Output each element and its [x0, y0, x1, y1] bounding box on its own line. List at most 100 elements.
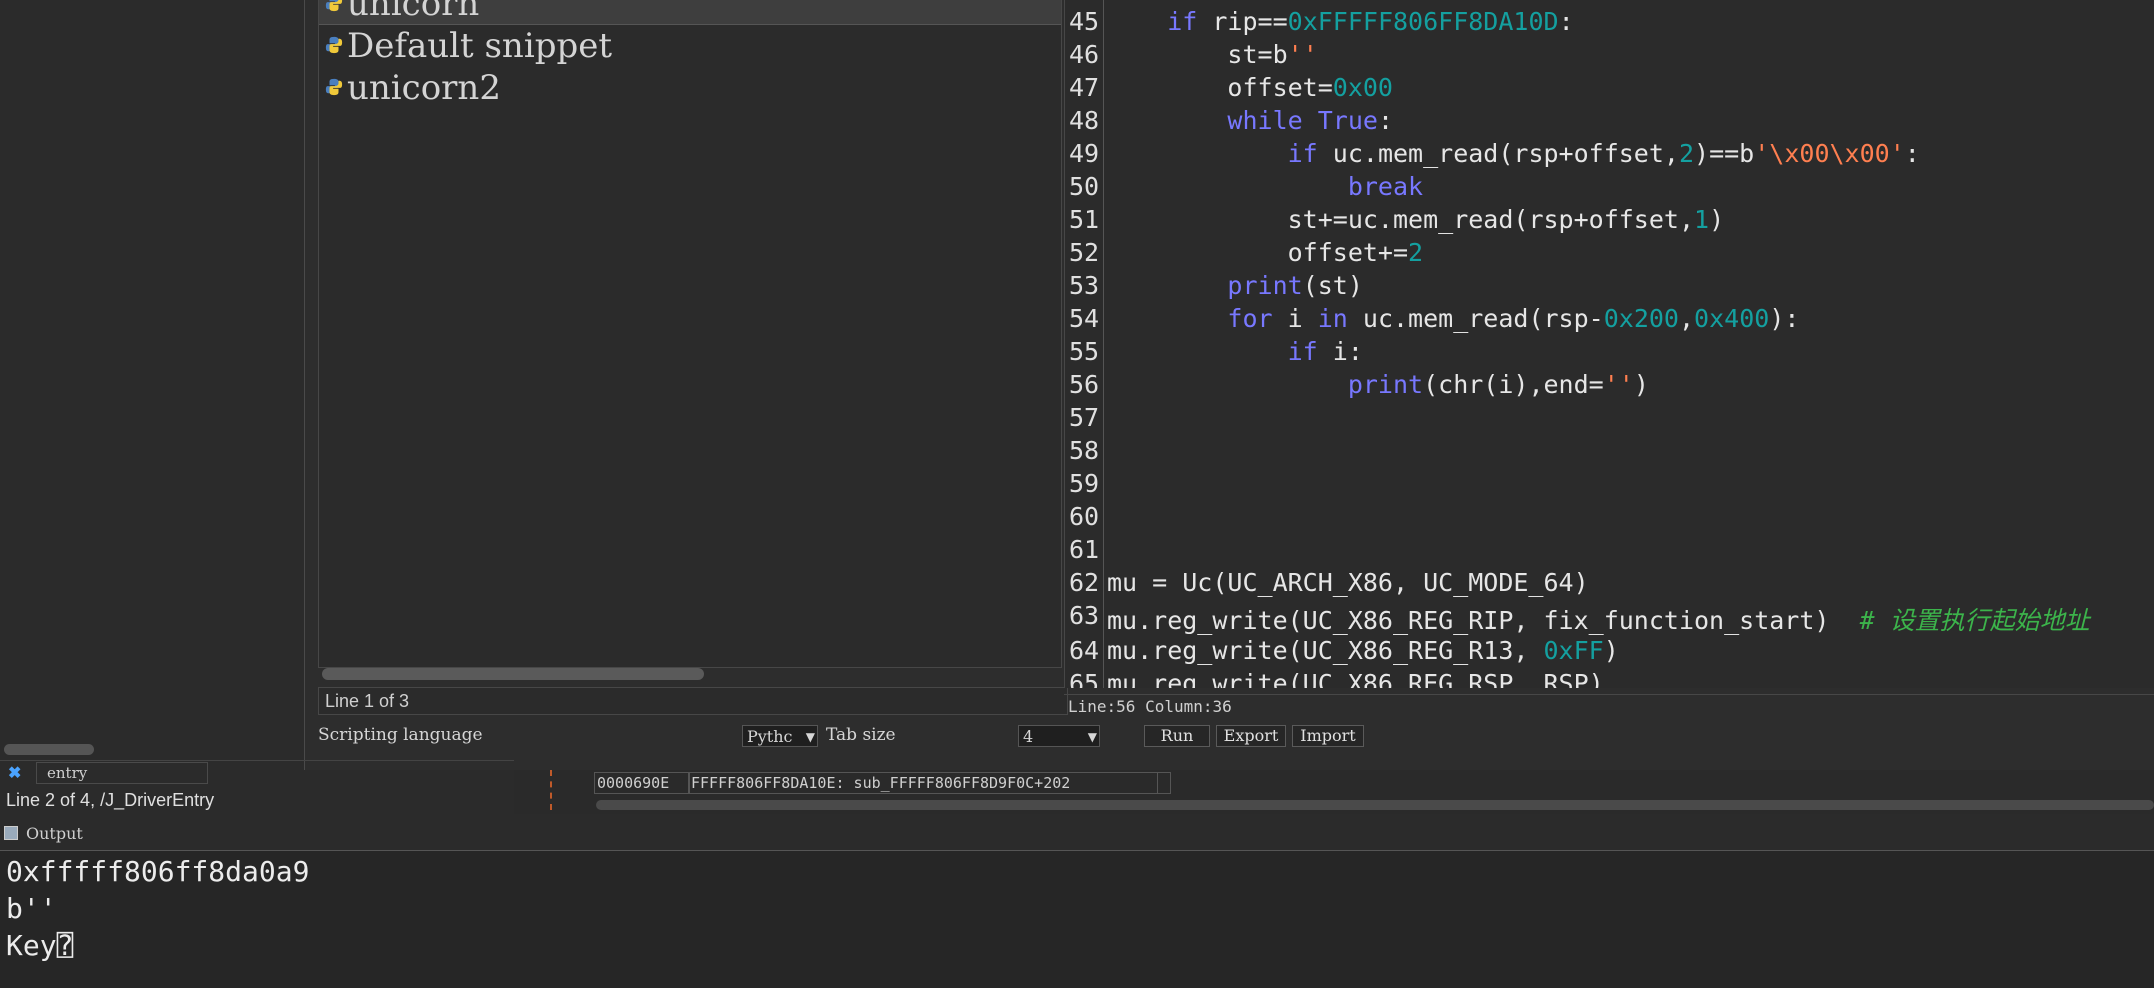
close-icon[interactable]: ✖: [8, 763, 21, 783]
code-token: if: [1167, 7, 1198, 36]
output-panel[interactable]: 0xfffff806ff8da0a9 b'' Key⍰: [0, 850, 2154, 988]
code-line: offset=0x00: [1107, 73, 1393, 102]
code-token: print: [1347, 370, 1424, 399]
code-token: st=b: [1227, 40, 1288, 69]
tab-size-value: 4: [1023, 727, 1034, 746]
code-line: print(chr(i),end=''): [1107, 370, 1649, 399]
code-token: uc.mem_read(rsp-: [1347, 304, 1604, 333]
line-number: 61: [1069, 535, 1100, 564]
code-token: :: [1904, 139, 1920, 168]
code-token: :: [1558, 7, 1574, 36]
code-token: :: [1377, 106, 1394, 135]
code-token: for: [1227, 304, 1273, 333]
snippet-list-status: Line 1 of 3: [318, 687, 1068, 715]
code-token: 0xFFFFF806FF8DA10D: [1287, 7, 1559, 36]
code-token: (st): [1302, 271, 1363, 300]
line-number-gutter: 45 46 47 48 49 50 51 52 53 54 55 56 57 5…: [1065, 0, 1104, 688]
code-token: print: [1227, 271, 1303, 300]
code-line: if i:: [1107, 337, 1363, 366]
line-number: 47: [1069, 73, 1100, 102]
code-token: break: [1347, 172, 1424, 201]
location-field: FFFFF806FF8DA10E: sub_FFFFF806FF8D9F0C+2…: [688, 772, 1158, 794]
tab-size-select[interactable]: 4 ▼: [1018, 725, 1100, 747]
flow-arrow: [550, 770, 554, 810]
line-number: 52: [1069, 238, 1100, 267]
snippet-label: Default snippet: [347, 26, 613, 66]
tab-size-label: Tab size: [826, 725, 896, 745]
code-token: uc.mem_read(rsp+offset,: [1317, 139, 1679, 168]
code-comment: # 设置执行起始地址: [1859, 606, 2090, 635]
code-token: mu.reg_write(UC_X86_REG_R13,: [1107, 636, 1544, 665]
output-title: Output: [26, 824, 83, 843]
line-number: 54: [1069, 304, 1100, 333]
code-token: offset+=: [1287, 238, 1409, 267]
code-token: i:: [1317, 337, 1363, 366]
code-line: mu.reg_write(UC_X86_REG_RIP, fix_functio…: [1107, 601, 2090, 637]
python-icon: [325, 78, 343, 96]
left-panel-scrollbar[interactable]: [4, 744, 94, 755]
code-token: '': [1603, 370, 1634, 399]
export-button[interactable]: Export: [1216, 725, 1286, 747]
snippet-label: unicorn: [347, 0, 480, 24]
code-token: ):: [1769, 304, 1800, 333]
output-line: b'': [6, 892, 57, 925]
code-line: st=b'': [1107, 40, 1318, 69]
code-line: mu.reg_write(UC_X86_REG_RSP, RSP): [1107, 669, 1604, 688]
left-panel: [0, 0, 305, 758]
line-info: Line 2 of 4, /J_DriverEntry: [6, 790, 215, 810]
snippet-item[interactable]: unicorn2: [319, 68, 1061, 108]
code-token: )==b: [1694, 139, 1755, 168]
output-header: Output: [0, 822, 2154, 848]
code-token: ,: [1678, 304, 1695, 333]
code-token: True: [1302, 106, 1378, 135]
line-number: 60: [1069, 502, 1100, 531]
snippet-label: unicorn2: [347, 68, 501, 108]
chevron-down-icon: ▼: [805, 730, 815, 744]
line-number: 58: [1069, 436, 1100, 465]
run-button[interactable]: Run: [1144, 725, 1210, 747]
disassembly-scrollbar[interactable]: [596, 800, 2154, 810]
code-token: while: [1227, 106, 1303, 135]
scripting-language-label: Scripting language: [318, 725, 483, 745]
code-token: 2: [1408, 238, 1424, 267]
line-number: 65: [1069, 669, 1100, 688]
line-number: 51: [1069, 205, 1100, 234]
line-number: 56: [1069, 370, 1100, 399]
code-line: st+=uc.mem_read(rsp+offset,1): [1107, 205, 1725, 234]
line-number: 49: [1069, 139, 1100, 168]
line-number: 50: [1069, 172, 1100, 201]
output-window-icon: [4, 826, 18, 840]
import-button[interactable]: Import: [1292, 725, 1364, 747]
line-number: 45: [1069, 7, 1100, 36]
line-number: 64: [1069, 636, 1100, 665]
code-token: ): [1709, 205, 1725, 234]
scripting-language-select[interactable]: Pythc ▼: [742, 725, 818, 747]
code-line: if rip==0xFFFFF806FF8DA10D:: [1107, 7, 1574, 36]
line-number: 63: [1069, 601, 1100, 630]
python-icon: [325, 36, 343, 54]
code-line: mu.reg_write(UC_X86_REG_R13, 0xFF): [1107, 636, 1619, 665]
code-line: mu = Uc(UC_ARCH_X86, UC_MODE_64): [1107, 568, 1589, 597]
snippet-list: unicorn Default snippet unicorn2: [318, 0, 1062, 668]
code-token: '': [1287, 40, 1318, 69]
location-extra: [1157, 772, 1171, 794]
code-token: rip==: [1197, 7, 1288, 36]
code-token: 0xFF: [1543, 636, 1604, 665]
python-icon: [325, 0, 343, 12]
code-token: mu.reg_write(UC_X86_REG_RIP, fix_functio…: [1107, 606, 1860, 635]
function-filter-input[interactable]: entry: [36, 762, 208, 784]
code-token: ): [1603, 636, 1619, 665]
code-line: if uc.mem_read(rsp+offset,2)==b'\x00\x00…: [1107, 139, 1920, 168]
snippet-item[interactable]: Default snippet: [319, 26, 1061, 66]
snippet-item[interactable]: unicorn: [319, 0, 1061, 25]
snippet-list-scrollbar[interactable]: [322, 668, 704, 680]
code-token: '\x00\x00': [1754, 139, 1905, 168]
code-token: st+=uc.mem_read(rsp+offset,: [1287, 205, 1695, 234]
output-line: 0xfffff806ff8da0a9: [6, 855, 310, 888]
code-token: 0x400: [1694, 304, 1770, 333]
code-line: break: [1107, 172, 1423, 201]
code-editor[interactable]: 45 46 47 48 49 50 51 52 53 54 55 56 57 5…: [1064, 0, 2154, 688]
scripting-language-value: Pythc: [747, 727, 793, 746]
code-token: 0x200: [1603, 304, 1679, 333]
code-line: print(st): [1107, 271, 1363, 300]
